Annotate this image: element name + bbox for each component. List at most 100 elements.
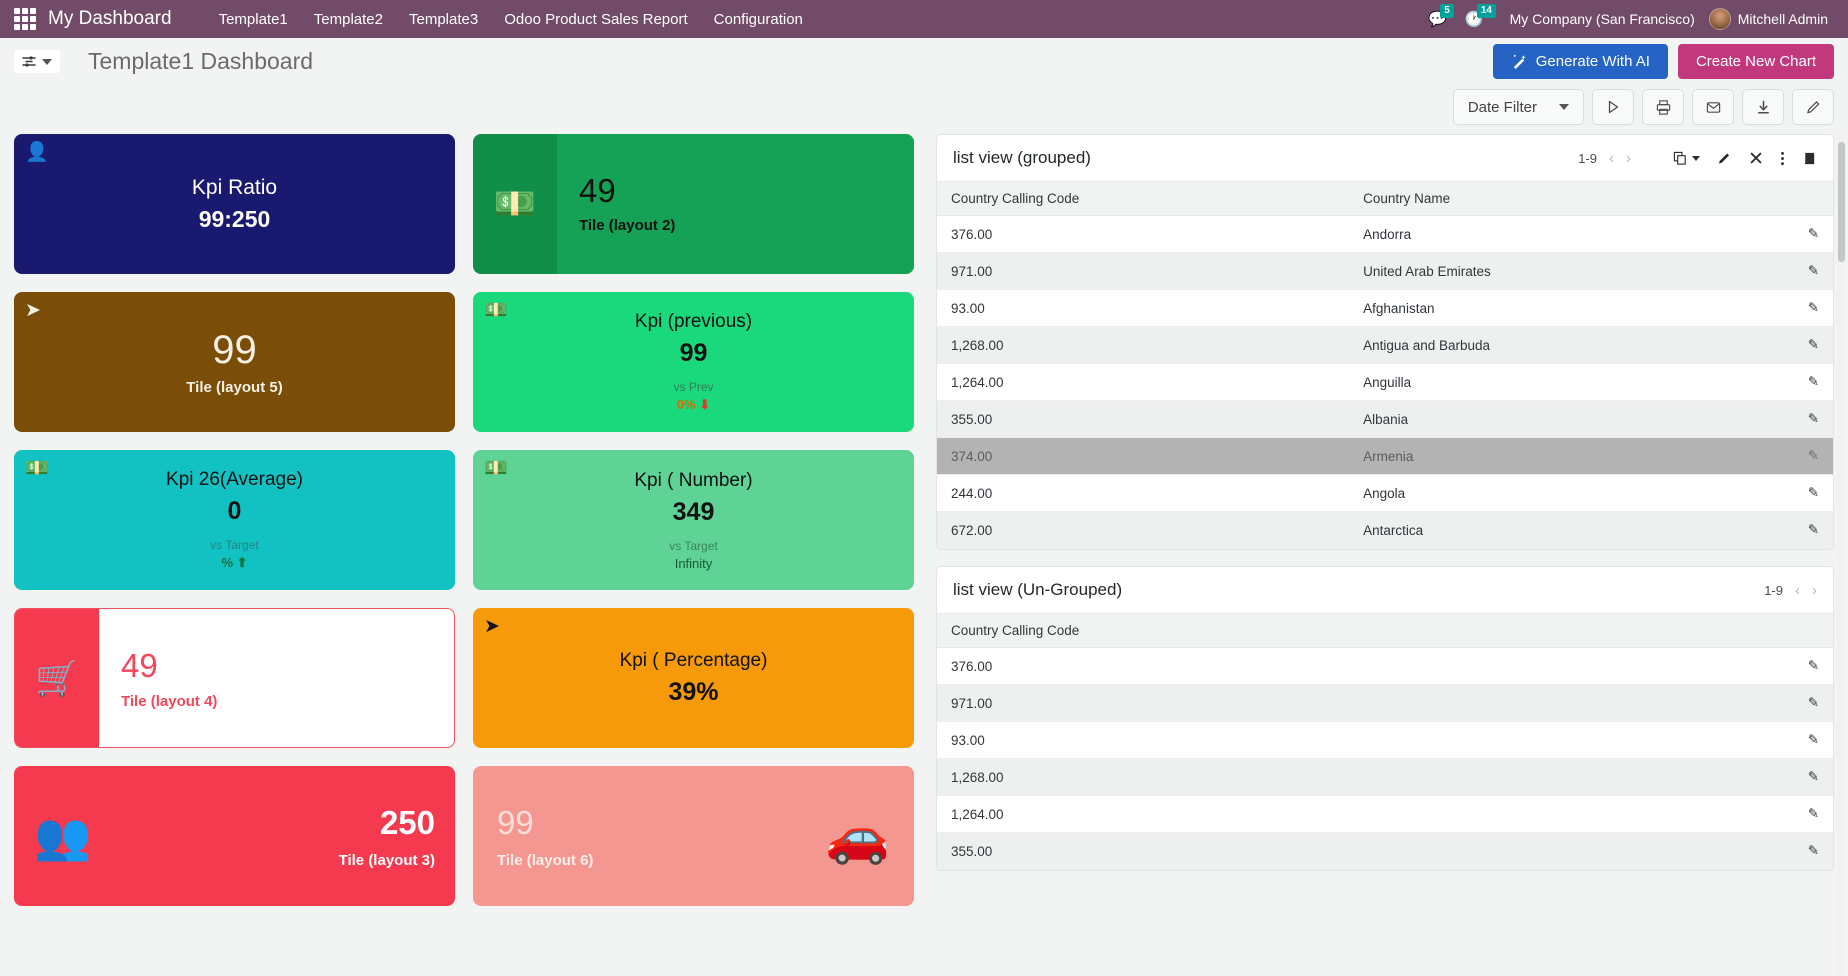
- cell-country-calling-code: 244.00: [937, 475, 1349, 512]
- tile-kpi-previous[interactable]: 💵 Kpi (previous) 99 vs Prev 0% ⬇: [473, 292, 914, 432]
- tile-kpi-percentage[interactable]: ➤ Kpi ( Percentage) 39%: [473, 608, 914, 748]
- table-row[interactable]: 672.00 Antarctica ✎: [937, 512, 1833, 549]
- book-icon[interactable]: [1802, 151, 1817, 166]
- cell-country-calling-code: 1,264.00: [937, 796, 1781, 833]
- cell-country-calling-code: 355.00: [937, 401, 1349, 438]
- row-edit-pencil-icon[interactable]: ✎: [1781, 648, 1833, 685]
- scrollbar-thumb[interactable]: [1838, 142, 1845, 262]
- pager-next-button[interactable]: ›: [1626, 150, 1631, 167]
- banknote-icon: 💵: [473, 134, 557, 274]
- tile-label: Kpi 26(Average): [166, 469, 303, 491]
- cell-country-calling-code: 376.00: [937, 648, 1781, 685]
- row-edit-pencil-icon[interactable]: ✎: [1781, 290, 1833, 327]
- cell-country-calling-code: 1,268.00: [937, 759, 1781, 796]
- create-new-chart-button[interactable]: Create New Chart: [1678, 44, 1834, 79]
- generate-with-ai-label: Generate With AI: [1536, 53, 1650, 70]
- user-menu[interactable]: Mitchell Admin: [1709, 8, 1834, 30]
- pager-range: 1-9: [1764, 583, 1783, 598]
- tile-kpi-26-average[interactable]: 💵 Kpi 26(Average) 0 vs Target % ⬆: [14, 450, 455, 590]
- pager-previous-button[interactable]: ‹: [1795, 582, 1800, 599]
- table-row[interactable]: 1,268.00 ✎: [937, 759, 1833, 796]
- activities-button[interactable]: 🕐 14: [1459, 12, 1496, 27]
- row-edit-pencil-icon[interactable]: ✎: [1781, 364, 1833, 401]
- tile-kpi-ratio[interactable]: 👤 Kpi Ratio 99:250: [14, 134, 455, 274]
- tile-delta: % ⬆: [221, 555, 247, 571]
- row-edit-pencil-icon[interactable]: ✎: [1781, 796, 1833, 833]
- row-edit-pencil-icon[interactable]: ✎: [1781, 216, 1833, 253]
- row-edit-pencil-icon[interactable]: ✎: [1781, 722, 1833, 759]
- edit-dashboard-button[interactable]: [1792, 89, 1834, 125]
- table-row[interactable]: 376.00 Andorra ✎: [937, 216, 1833, 253]
- duplicate-icon[interactable]: [1673, 151, 1700, 166]
- messages-button[interactable]: 💬 5: [1422, 12, 1459, 27]
- table-row[interactable]: 1,264.00 ✎: [937, 796, 1833, 833]
- tile-layout-6[interactable]: 99 Tile (layout 6) 🚗: [473, 766, 914, 906]
- column-header-country-calling-code[interactable]: Country Calling Code: [937, 614, 1781, 648]
- column-header-country-name[interactable]: Country Name: [1349, 182, 1781, 216]
- table-row[interactable]: 971.00 ✎: [937, 685, 1833, 722]
- tile-delta-value: 0%: [677, 397, 696, 412]
- column-header-country-calling-code[interactable]: Country Calling Code: [937, 182, 1349, 216]
- tile-layout-5[interactable]: ➤ 99 Tile (layout 5): [14, 292, 455, 432]
- view-switcher-button[interactable]: [14, 50, 60, 73]
- dashboard-body: 👤 Kpi Ratio 99:250 💵 49 Tile (layout 2) …: [0, 134, 1848, 976]
- tile-caption: Tile (layout 4): [121, 693, 454, 710]
- menu-item-odoo-product-sales-report[interactable]: Odoo Product Sales Report: [491, 3, 700, 36]
- company-switcher[interactable]: My Company (San Francisco): [1496, 11, 1709, 27]
- menu-item-template1[interactable]: Template1: [206, 3, 301, 36]
- table-row[interactable]: 355.00 ✎: [937, 833, 1833, 870]
- run-button[interactable]: [1592, 89, 1634, 125]
- apps-grid-icon[interactable]: [14, 8, 36, 30]
- tile-layout-3[interactable]: 👥 250 Tile (layout 3): [14, 766, 455, 906]
- menu-item-configuration[interactable]: Configuration: [701, 3, 816, 36]
- more-vertical-icon[interactable]: [1780, 151, 1785, 166]
- table-row[interactable]: 1,264.00 Anguilla ✎: [937, 364, 1833, 401]
- row-edit-pencil-icon[interactable]: ✎: [1781, 438, 1833, 475]
- kpi-tile-grid: 👤 Kpi Ratio 99:250 💵 49 Tile (layout 2) …: [14, 134, 914, 976]
- tile-layout-2[interactable]: 💵 49 Tile (layout 2): [473, 134, 914, 274]
- table-row[interactable]: 1,268.00 Antigua and Barbuda ✎: [937, 327, 1833, 364]
- table-row[interactable]: 93.00 Afghanistan ✎: [937, 290, 1833, 327]
- tile-value: 49: [121, 647, 454, 685]
- generate-with-ai-button[interactable]: Generate With AI: [1493, 44, 1668, 79]
- cell-country-calling-code: 971.00: [937, 253, 1349, 290]
- cell-country-name: United Arab Emirates: [1349, 253, 1781, 290]
- download-button[interactable]: [1742, 89, 1784, 125]
- tile-kpi-number[interactable]: 💵 Kpi ( Number) 349 vs Target Infinity: [473, 450, 914, 590]
- pager-previous-button[interactable]: ‹: [1609, 150, 1614, 167]
- panel-header: list view (Un-Grouped) 1-9 ‹ ›: [937, 567, 1833, 613]
- table-row[interactable]: 244.00 Angola ✎: [937, 475, 1833, 512]
- email-button[interactable]: [1692, 89, 1734, 125]
- table-row-selected[interactable]: 374.00 Armenia ✎: [937, 438, 1833, 475]
- panel-list-view-ungrouped: list view (Un-Grouped) 1-9 ‹ › Country C…: [936, 566, 1834, 871]
- menu-item-template2[interactable]: Template2: [301, 3, 396, 36]
- row-edit-pencil-icon[interactable]: ✎: [1781, 685, 1833, 722]
- cell-country-calling-code: 1,264.00: [937, 364, 1349, 401]
- row-edit-pencil-icon[interactable]: ✎: [1781, 253, 1833, 290]
- table-row[interactable]: 376.00 ✎: [937, 648, 1833, 685]
- print-button[interactable]: [1642, 89, 1684, 125]
- cell-country-calling-code: 355.00: [937, 833, 1781, 870]
- control-panel-actions: Generate With AI Create New Chart: [1493, 44, 1834, 79]
- row-edit-pencil-icon[interactable]: ✎: [1781, 512, 1833, 549]
- cell-country-name: Anguilla: [1349, 364, 1781, 401]
- pager-next-button[interactable]: ›: [1812, 582, 1817, 599]
- menu-item-template3[interactable]: Template3: [396, 3, 491, 36]
- brand-title[interactable]: My Dashboard: [48, 8, 172, 30]
- edit-pencil-icon[interactable]: [1717, 151, 1732, 166]
- play-icon: [1605, 99, 1621, 115]
- table-row[interactable]: 93.00 ✎: [937, 722, 1833, 759]
- tile-value: 39%: [668, 678, 718, 707]
- row-edit-pencil-icon[interactable]: ✎: [1781, 759, 1833, 796]
- arrow-down-icon: ⬇: [699, 397, 710, 412]
- close-icon[interactable]: [1749, 151, 1763, 165]
- row-edit-pencil-icon[interactable]: ✎: [1781, 833, 1833, 870]
- tile-layout-4[interactable]: 🛒 49 Tile (layout 4): [14, 608, 455, 748]
- row-edit-pencil-icon[interactable]: ✎: [1781, 327, 1833, 364]
- table-row[interactable]: 355.00 Albania ✎: [937, 401, 1833, 438]
- row-edit-pencil-icon[interactable]: ✎: [1781, 475, 1833, 512]
- row-edit-pencil-icon[interactable]: ✎: [1781, 401, 1833, 438]
- vertical-scrollbar[interactable]: [1837, 134, 1846, 976]
- date-filter-dropdown[interactable]: Date Filter: [1453, 89, 1584, 125]
- table-row[interactable]: 971.00 United Arab Emirates ✎: [937, 253, 1833, 290]
